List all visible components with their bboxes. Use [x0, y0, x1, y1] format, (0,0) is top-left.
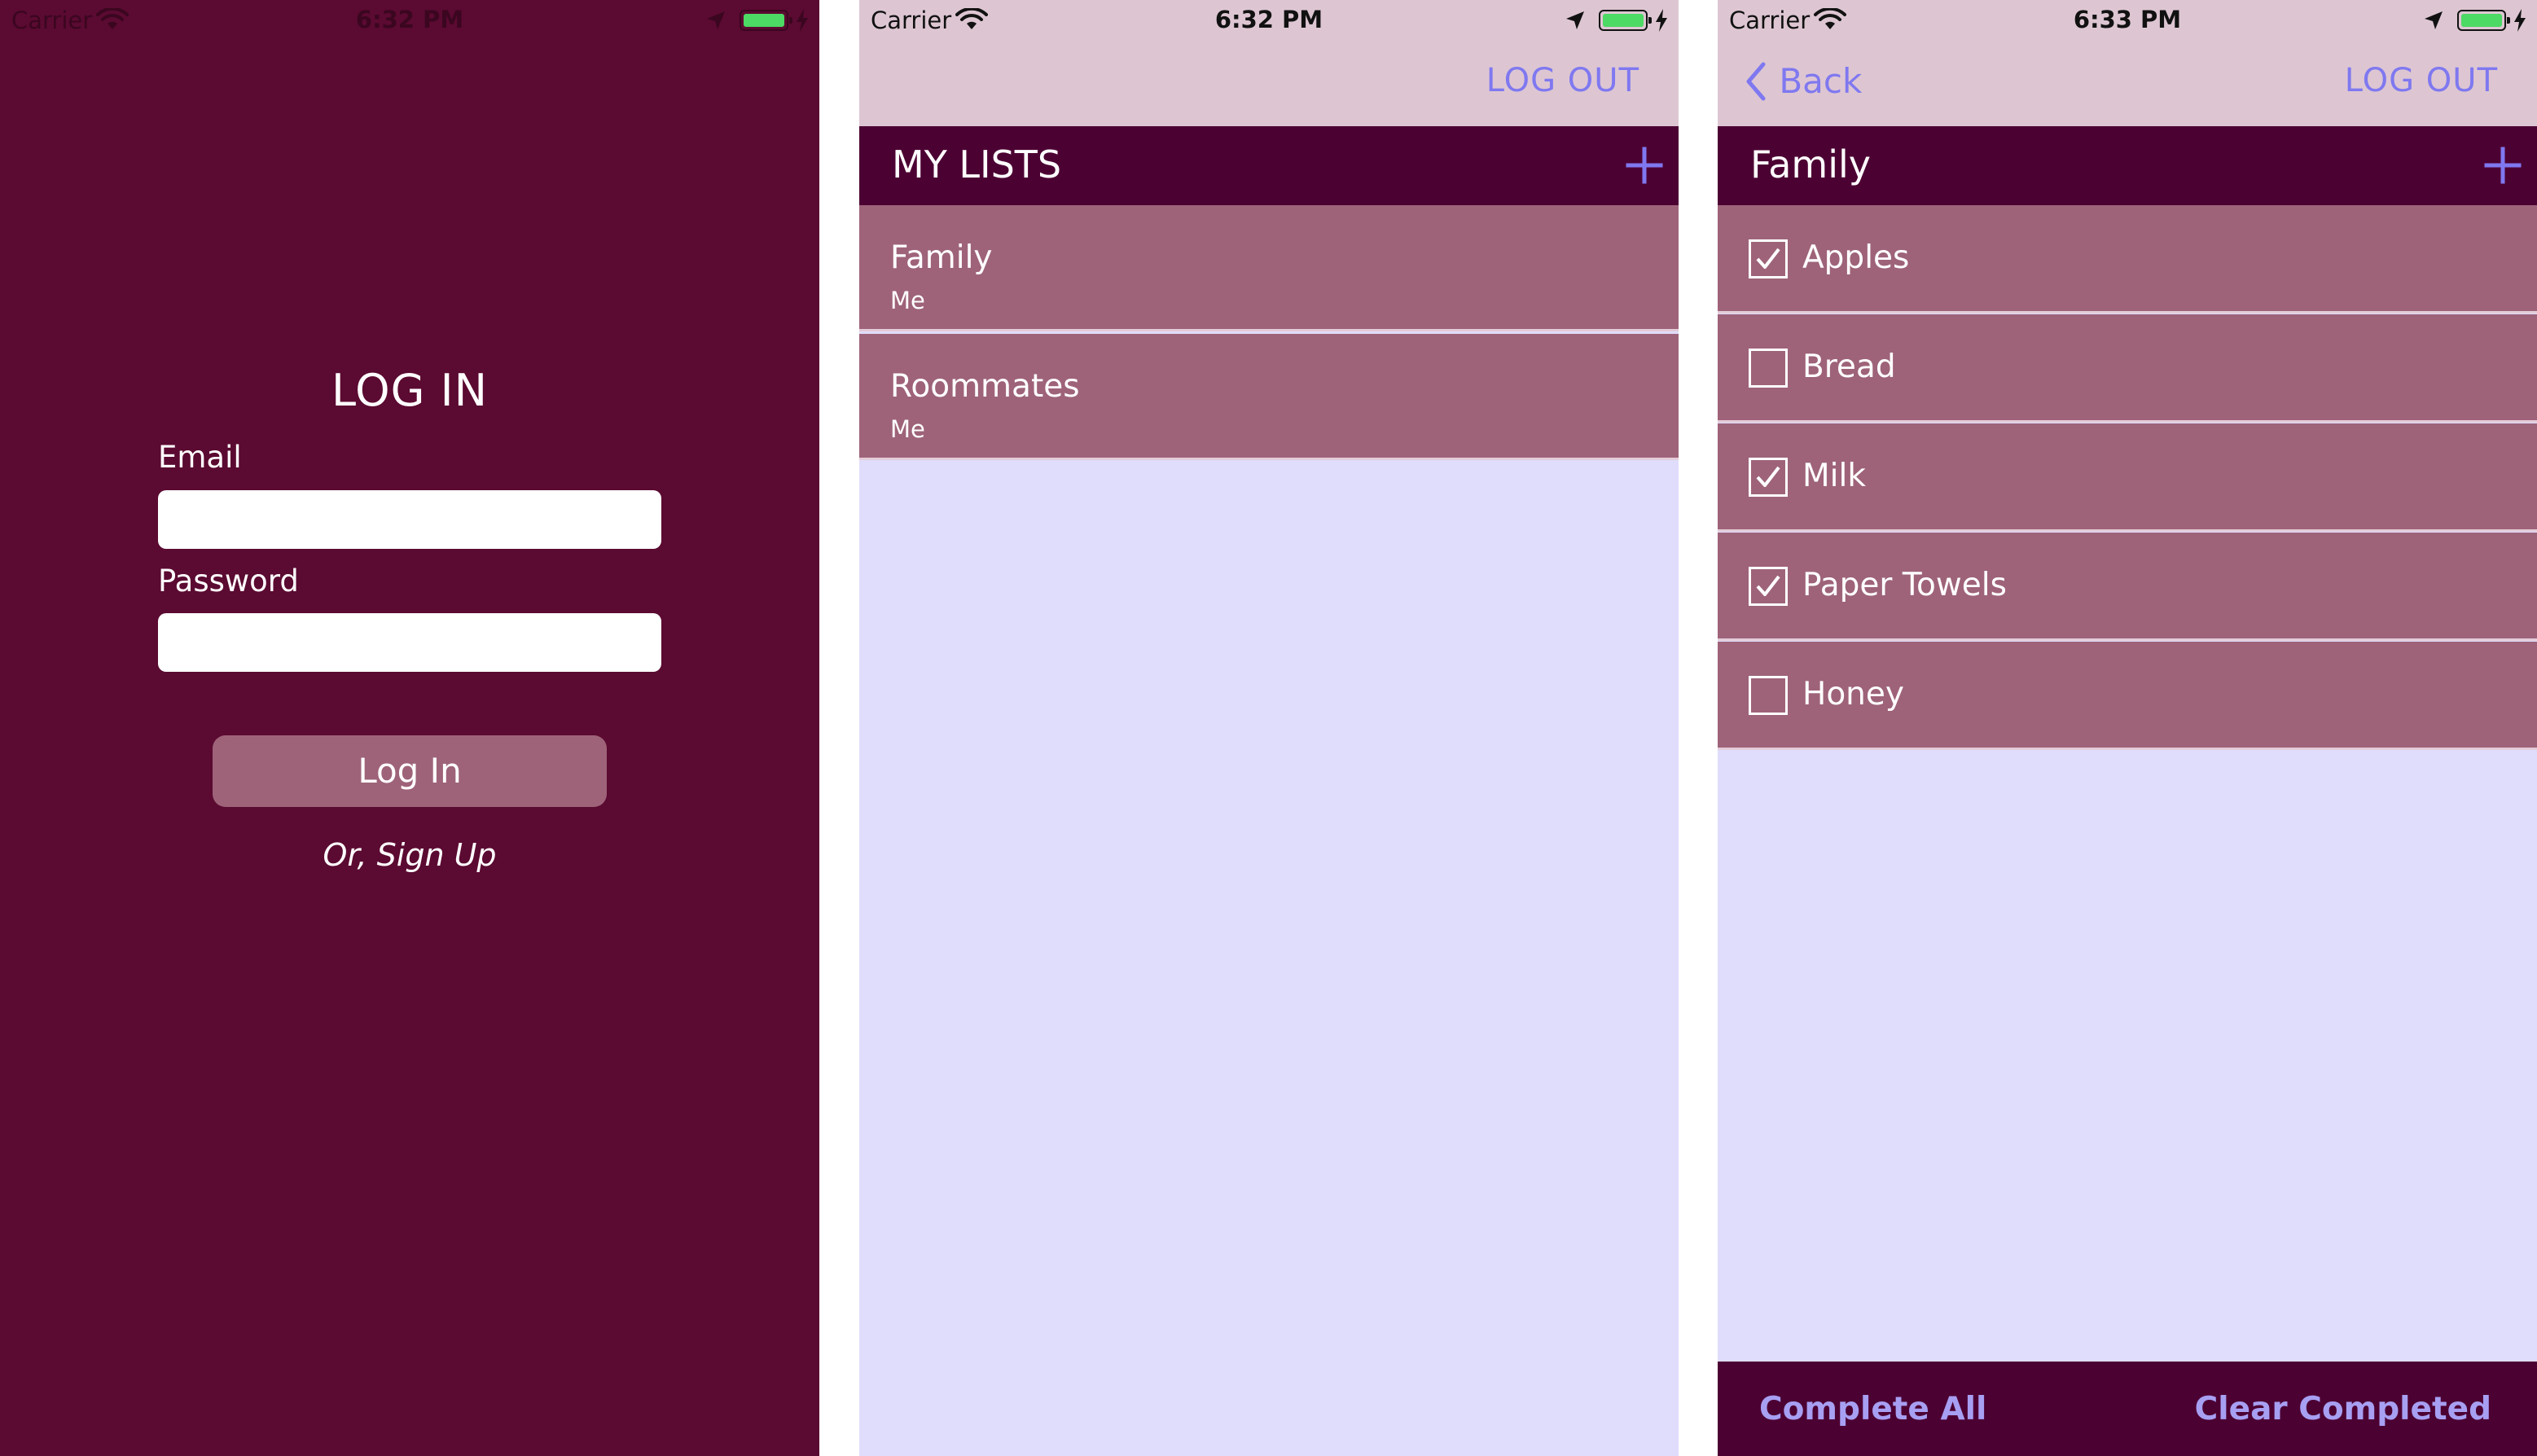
complete-all-button[interactable]: Complete All	[1759, 1391, 1986, 1427]
status-bar: Carrier 6:33 PM	[1718, 0, 2537, 42]
charging-bolt-icon	[797, 9, 808, 32]
item-checkbox[interactable]	[1749, 567, 1788, 606]
logout-button[interactable]: LOG OUT	[1486, 62, 1639, 99]
list-item[interactable]: Bread	[1718, 314, 2537, 423]
list-item[interactable]: Roommates Me	[859, 334, 1679, 460]
login-title: LOG IN	[331, 365, 488, 416]
list-item[interactable]: Paper Towels	[1718, 533, 2537, 641]
status-bar: Carrier 6:32 PM	[0, 0, 819, 42]
list-owner: Me	[890, 415, 925, 443]
list-item[interactable]: Milk	[1718, 423, 2537, 532]
lists-header: MY LISTS	[859, 126, 1679, 205]
back-label: Back	[1779, 61, 1863, 101]
item-name: Paper Towels	[1802, 567, 2007, 603]
login-screen: Carrier 6:32 PM LOG IN Email Password Lo…	[0, 0, 819, 1456]
charging-bolt-icon	[2514, 9, 2526, 32]
status-time: 6:32 PM	[1214, 6, 1323, 33]
signup-link[interactable]: Or, Sign Up	[0, 837, 819, 873]
location-arrow-icon	[2425, 11, 2443, 29]
item-name: Bread	[1802, 349, 1896, 385]
battery-icon	[740, 10, 792, 31]
list-name: Family	[890, 239, 993, 276]
nav-bar: Carrier 6:32 PM LOG OUT	[859, 0, 1679, 126]
login-button[interactable]: Log In	[213, 735, 607, 807]
list-header: Family	[1718, 126, 2537, 205]
back-button[interactable]: Back	[1742, 59, 1862, 103]
list-name: Roommates	[890, 368, 1080, 405]
item-checkbox[interactable]	[1749, 239, 1788, 278]
item-name: Apples	[1802, 239, 1910, 276]
item-checkbox[interactable]	[1749, 349, 1788, 388]
item-checkbox[interactable]	[1749, 676, 1788, 715]
status-time: 6:33 PM	[2073, 6, 2182, 33]
checkmark-icon	[1756, 248, 1780, 269]
list-item[interactable]: Honey	[1718, 642, 2537, 750]
item-name: Milk	[1802, 458, 1866, 494]
chevron-left-icon	[1746, 62, 1766, 100]
nav-bar: Carrier 6:33 PM Back LOG OUT	[1718, 0, 2537, 126]
checkmark-icon	[1756, 466, 1780, 487]
logout-button[interactable]: LOG OUT	[2345, 62, 2498, 99]
battery-icon	[2457, 10, 2510, 31]
password-field[interactable]	[158, 613, 661, 672]
location-arrow-icon	[1566, 11, 1584, 29]
email-field[interactable]	[158, 490, 661, 549]
list-owner: Me	[890, 287, 925, 314]
password-label: Password	[158, 564, 299, 599]
list-detail-screen: Carrier 6:33 PM Back LOG OUT Family Appl…	[1718, 0, 2537, 1456]
status-time: 6:32 PM	[355, 6, 464, 33]
clear-completed-button[interactable]: Clear Completed	[2195, 1391, 2491, 1427]
charging-bolt-icon	[1656, 9, 1667, 32]
add-item-icon[interactable]	[2482, 144, 2524, 186]
my-lists-screen: Carrier 6:32 PM LOG OUT MY LISTS Family …	[859, 0, 1679, 1456]
location-arrow-icon	[707, 11, 725, 29]
list-item[interactable]: Apples	[1718, 205, 2537, 314]
status-bar: Carrier 6:32 PM	[859, 0, 1679, 42]
item-name: Honey	[1802, 676, 1904, 713]
add-list-icon[interactable]	[1623, 144, 1666, 186]
item-checkbox[interactable]	[1749, 458, 1788, 497]
page-title: MY LISTS	[892, 143, 1062, 186]
email-label: Email	[158, 440, 242, 475]
checkmark-icon	[1756, 575, 1780, 596]
list-item[interactable]: Family Me	[859, 205, 1679, 331]
battery-icon	[1599, 10, 1652, 31]
bottom-toolbar: Complete All Clear Completed	[1718, 1362, 2537, 1456]
page-title: Family	[1750, 143, 1872, 186]
